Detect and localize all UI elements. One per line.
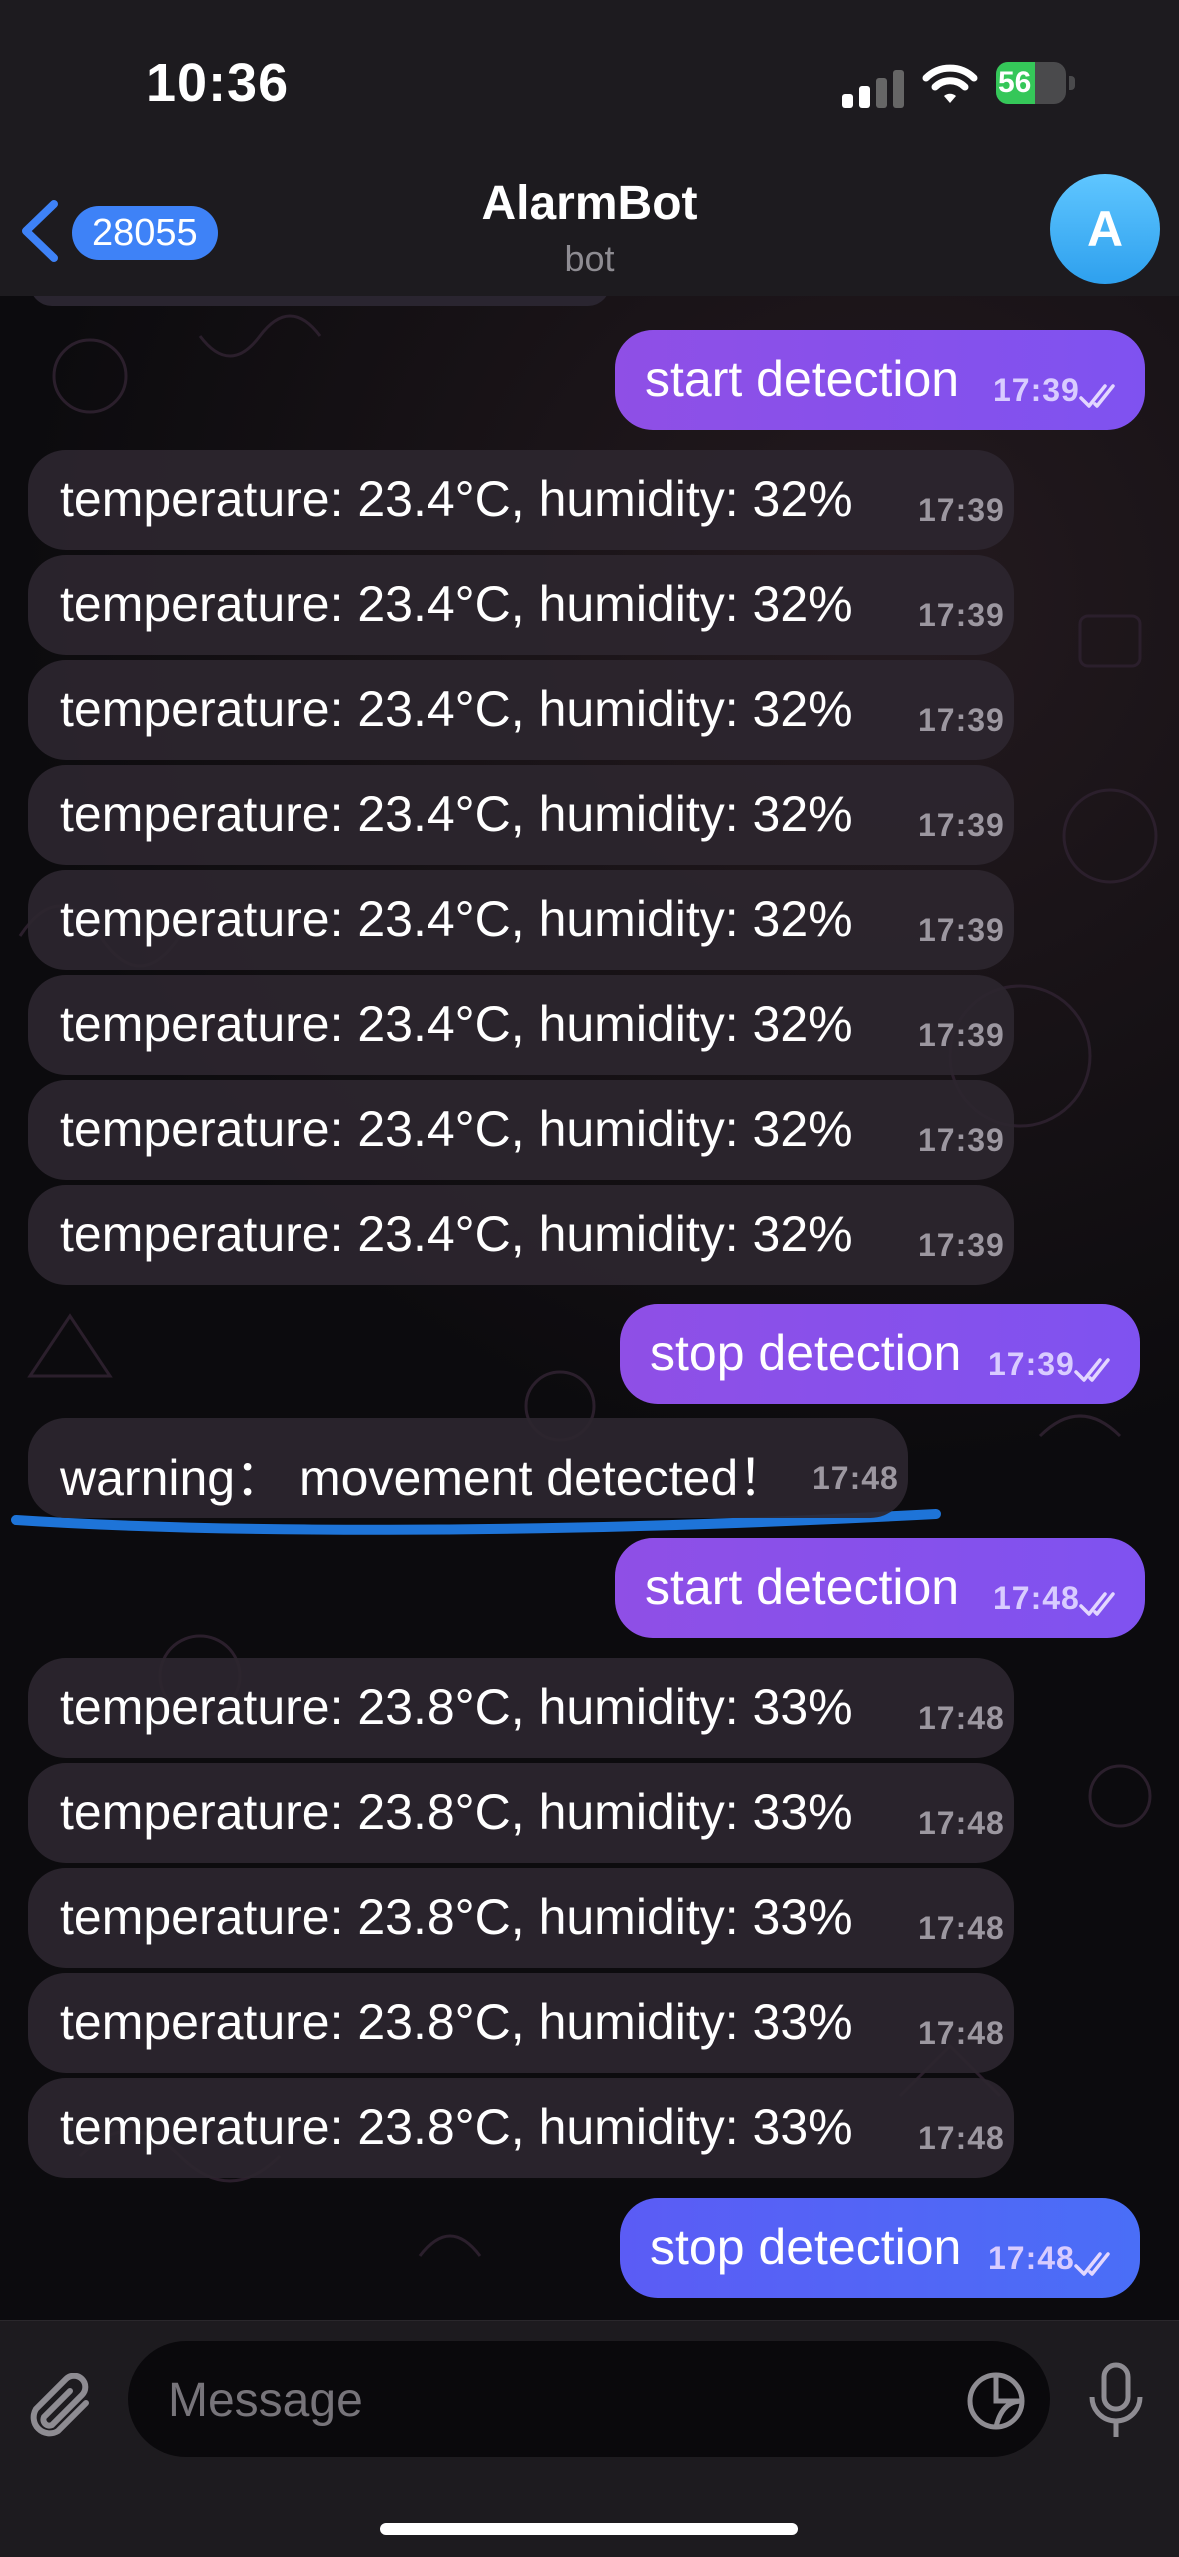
- double-check-icon: [1074, 1358, 1110, 1382]
- incoming-message[interactable]: temperature: 23.4°C, humidity: 32% 17:39: [28, 450, 1014, 550]
- message-text: stop detection: [650, 2219, 962, 2275]
- avatar[interactable]: A: [1050, 174, 1160, 284]
- message-time: 17:39: [918, 492, 1005, 528]
- message-time: 17:48: [918, 1910, 1005, 1946]
- message-time: 17:39: [918, 807, 1005, 843]
- microphone-icon[interactable]: [1086, 2361, 1146, 2441]
- incoming-message[interactable]: temperature: 23.4°C, humidity: 32% 17:39: [28, 870, 1014, 970]
- outgoing-message[interactable]: stop detection 17:39: [620, 1304, 1140, 1404]
- incoming-message[interactable]: temperature: 23.8°C, humidity: 33% 17:48: [28, 2078, 1014, 2178]
- incoming-message[interactable]: temperature: 23.4°C, humidity: 32% 17:39: [28, 555, 1014, 655]
- message-time: 17:48: [918, 1805, 1005, 1841]
- chat-title[interactable]: AlarmBot: [0, 176, 1179, 231]
- message-text: temperature: 23.4°C, humidity: 32%: [60, 576, 853, 632]
- message-time: 17:39: [918, 702, 1005, 738]
- message-text: temperature: 23.8°C, humidity: 33%: [60, 1679, 853, 1735]
- outgoing-message[interactable]: start detection 17:48: [615, 1538, 1145, 1638]
- incoming-message[interactable]: temperature: 23.8°C, humidity: 33% 17:48: [28, 1763, 1014, 1863]
- message-list[interactable]: start detection 17:39 temperature: 23.4°C,…: [0, 296, 1179, 2320]
- incoming-message[interactable]: temperature: 23.4°C, humidity: 32% 17:39: [28, 1080, 1014, 1180]
- incoming-message[interactable]: temperature: 23.8°C, humidity: 33% 17:48: [28, 1658, 1014, 1758]
- message-time: 17:39: [988, 1346, 1075, 1382]
- message-time: 17:48: [918, 1700, 1005, 1736]
- incoming-message[interactable]: temperature: 23.4°C, humidity: 32% 17:39: [28, 975, 1014, 1075]
- message-time: 17:48: [812, 1460, 899, 1496]
- message-text: temperature: 23.8°C, humidity: 33%: [60, 1784, 853, 1840]
- paperclip-icon[interactable]: [28, 2373, 98, 2449]
- sticker-icon[interactable]: [966, 2371, 1026, 2431]
- cellular-signal-icon: [842, 70, 904, 108]
- incoming-message[interactable]: temperature: 23.8°C, humidity: 33% 17:48: [28, 1973, 1014, 2073]
- message-time: 17:39: [993, 372, 1080, 408]
- message-text: temperature: 23.4°C, humidity: 32%: [60, 471, 853, 527]
- message-text: temperature: 23.4°C, humidity: 32%: [60, 891, 853, 947]
- double-check-icon: [1079, 1592, 1115, 1616]
- incoming-message[interactable]: temperature: 23.8°C, humidity: 33% 17:48: [28, 1868, 1014, 1968]
- message-text: temperature: 23.4°C, humidity: 32%: [60, 1206, 853, 1262]
- message-time: 17:48: [918, 2120, 1005, 2156]
- message-text: warning： movement detected！: [60, 1450, 789, 1506]
- message-time: 17:39: [918, 1227, 1005, 1263]
- status-bar: 10:36 56: [0, 0, 1179, 160]
- message-time: 17:39: [918, 912, 1005, 948]
- double-check-icon: [1079, 384, 1115, 408]
- incoming-message[interactable]: temperature: 23.4°C, humidity: 32% 17:39: [28, 1185, 1014, 1285]
- message-text: start detection: [645, 351, 960, 407]
- outgoing-message[interactable]: start detection 17:39: [615, 330, 1145, 430]
- message-text: temperature: 23.4°C, humidity: 32%: [60, 681, 853, 737]
- warning-message[interactable]: warning： movement detected！ 17:48: [28, 1418, 908, 1518]
- message-text: temperature: 23.4°C, humidity: 32%: [60, 1101, 853, 1157]
- message-text: stop detection: [650, 1325, 962, 1381]
- status-time: 10:36: [146, 53, 290, 113]
- chat-header: 28055 AlarmBot bot A: [0, 160, 1179, 297]
- message-text: temperature: 23.8°C, humidity: 33%: [60, 1889, 853, 1945]
- home-indicator: [380, 2523, 798, 2535]
- message-time: 17:48: [993, 1580, 1080, 1616]
- wifi-icon: [922, 64, 978, 103]
- message-time: 17:39: [918, 1017, 1005, 1053]
- incoming-message[interactable]: temperature: 23.4°C, humidity: 32% 17:39: [28, 765, 1014, 865]
- message-text: temperature: 23.4°C, humidity: 32%: [60, 996, 853, 1052]
- message-text: temperature: 23.4°C, humidity: 32%: [60, 786, 853, 842]
- battery-charging-icon: 56: [996, 62, 1078, 104]
- composer-bar: [0, 2320, 1179, 2557]
- message-time: 17:39: [918, 597, 1005, 633]
- message-text: start detection: [645, 1559, 960, 1615]
- message-input[interactable]: [166, 2369, 890, 2431]
- message-time: 17:48: [988, 2240, 1075, 2276]
- double-check-icon: [1074, 2252, 1110, 2276]
- incoming-message[interactable]: temperature: 23.4°C, humidity: 32% 17:39: [28, 660, 1014, 760]
- chat-subtitle: bot: [564, 238, 615, 279]
- message-text: temperature: 23.8°C, humidity: 33%: [60, 1994, 853, 2050]
- message-time: 17:39: [918, 1122, 1005, 1158]
- message-field: [128, 2341, 1050, 2457]
- message-time: 17:48: [918, 2015, 1005, 2051]
- battery-percent: 56: [998, 66, 1032, 99]
- message-text: temperature: 23.8°C, humidity: 33%: [60, 2099, 853, 2155]
- outgoing-message[interactable]: stop detection 17:48: [620, 2198, 1140, 2298]
